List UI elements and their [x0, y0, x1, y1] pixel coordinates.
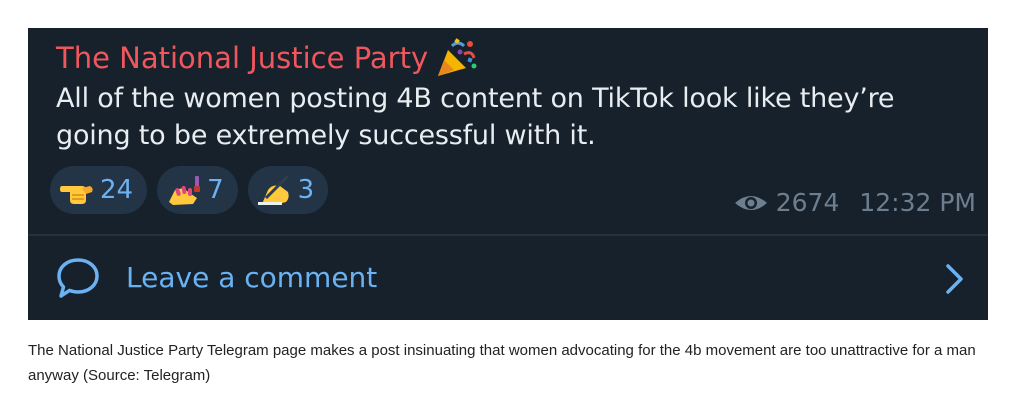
reaction-count: 24: [100, 175, 134, 205]
leave-comment-label: Leave a comment: [126, 261, 378, 294]
reaction-count: 7: [207, 175, 224, 205]
image-caption: The National Justice Party Telegram page…: [28, 342, 976, 384]
party-popper-icon: [438, 38, 477, 76]
reaction-pointing-hand[interactable]: 24: [50, 166, 148, 214]
page: The National Justice Party All of the wo…: [0, 0, 1018, 407]
post-message: All of the women posting 4B content on T…: [56, 83, 895, 151]
leave-comment-button[interactable]: Leave a comment: [28, 236, 988, 320]
comment-bubble-icon: [57, 258, 99, 298]
post-meta: 2674 12:32 PM: [734, 188, 976, 217]
reaction-count: 3: [297, 175, 315, 205]
nail-polish-icon: [169, 176, 201, 205]
reaction-nail-polish[interactable]: 7: [157, 166, 238, 214]
pointing-hand-icon: [60, 186, 93, 204]
chevron-right-icon: [946, 264, 963, 294]
reactions-bar: 24 7 3: [50, 166, 329, 214]
channel-name[interactable]: The National Justice Party: [56, 38, 428, 78]
writing-hand-icon: [257, 174, 289, 205]
telegram-post-card: The National Justice Party All of the wo…: [28, 28, 988, 320]
post-header: The National Justice Party: [56, 38, 478, 78]
eye-icon: [734, 195, 767, 210]
view-count: 2674: [775, 188, 840, 217]
post-time: 12:32 PM: [859, 188, 976, 217]
reaction-writing-hand[interactable]: 3: [247, 166, 329, 214]
